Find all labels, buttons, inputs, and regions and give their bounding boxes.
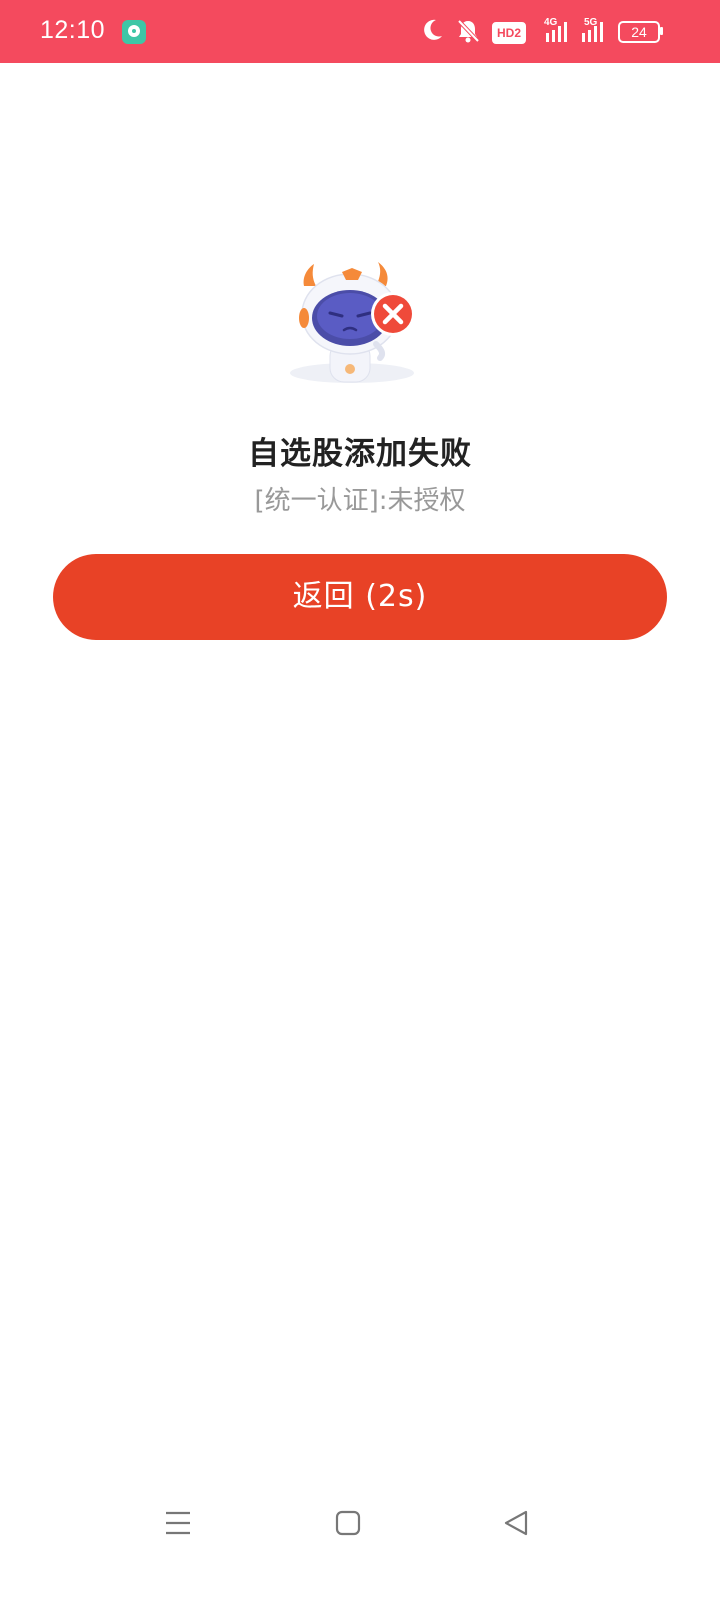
status-icons: HD2 4G 5G 24: [400, 0, 720, 63]
hd-voice-icon: HD2: [492, 22, 527, 44]
notification-app-icon: [122, 20, 146, 44]
status-bar: 12:10 HD2 4G 5G 24: [0, 0, 720, 63]
system-nav-bar: [0, 1490, 720, 1560]
home-icon[interactable]: [334, 1508, 362, 1538]
menu-icon[interactable]: [164, 1508, 192, 1538]
moon-icon: [424, 19, 442, 40]
back-icon[interactable]: [502, 1508, 530, 1538]
back-button[interactable]: 返回 (2s): [53, 554, 667, 640]
mascot-error-illustration: [290, 262, 415, 383]
bell-muted-icon: [457, 19, 480, 43]
battery-tip: [660, 27, 663, 35]
status-time: 12:10: [40, 16, 106, 44]
error-message: [统一认证]:未授权: [254, 486, 466, 516]
signal-5g-icon: [582, 22, 603, 42]
battery-icon: 24: [618, 21, 660, 43]
error-title: 自选股添加失败: [248, 436, 472, 472]
signal-4g-icon: [546, 22, 567, 42]
